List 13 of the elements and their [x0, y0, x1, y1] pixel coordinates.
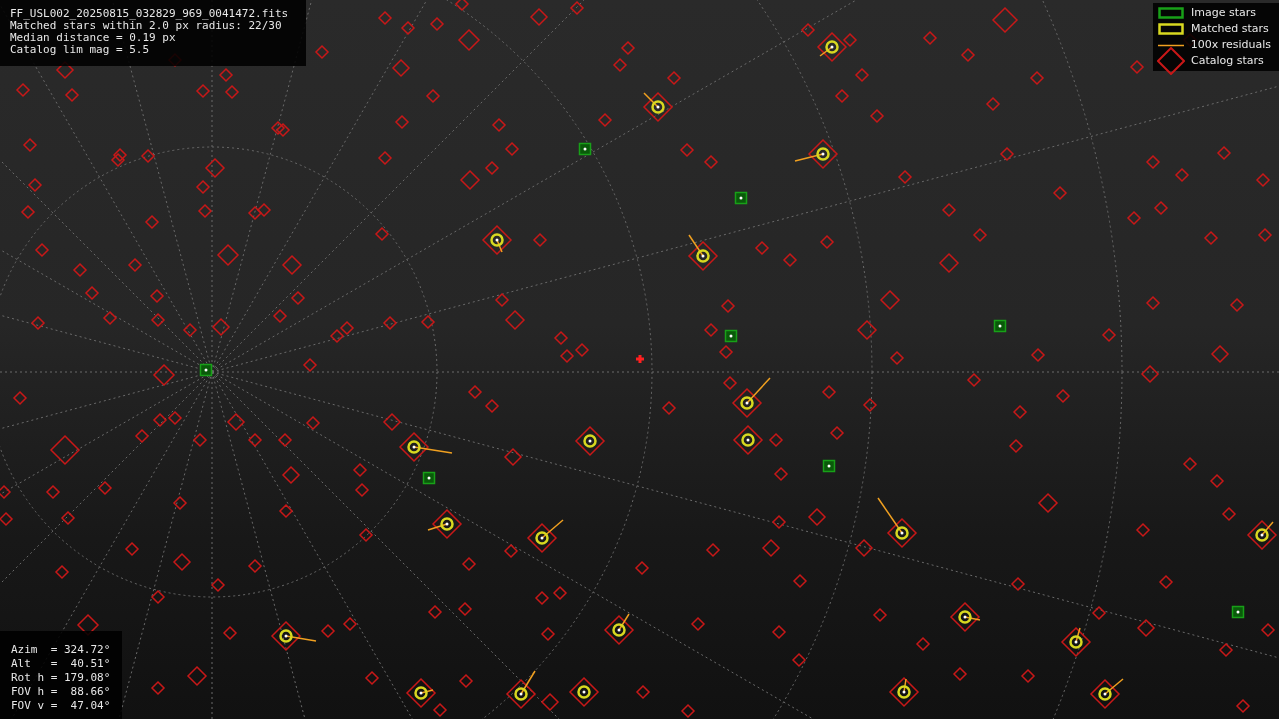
legend-label: 100x residuals: [1190, 36, 1271, 53]
legend-label: Catalog stars: [1191, 52, 1264, 69]
info-text: Catalog lim mag = 5.5: [10, 44, 151, 56]
pointing-text: Rot h = 179.08°: [11, 671, 112, 685]
pointing-text: Azim = 324.72°: [11, 643, 112, 657]
info-text: FF_USL002_20250815_032829_969_0041472.fits: [10, 8, 290, 20]
legend-label: Matched stars: [1191, 20, 1269, 37]
legend-label: Image stars: [1191, 4, 1256, 21]
info-text: Matched stars within 2.0 px radius: 22/30: [10, 20, 282, 32]
pointing-text: FOV v = 47.04°: [11, 699, 112, 713]
info-text: Median distance = 0.19 px: [10, 32, 177, 44]
pointing-text: Alt = 40.51°: [11, 657, 112, 671]
pointing-text: FOV h = 88.66°: [11, 685, 112, 699]
